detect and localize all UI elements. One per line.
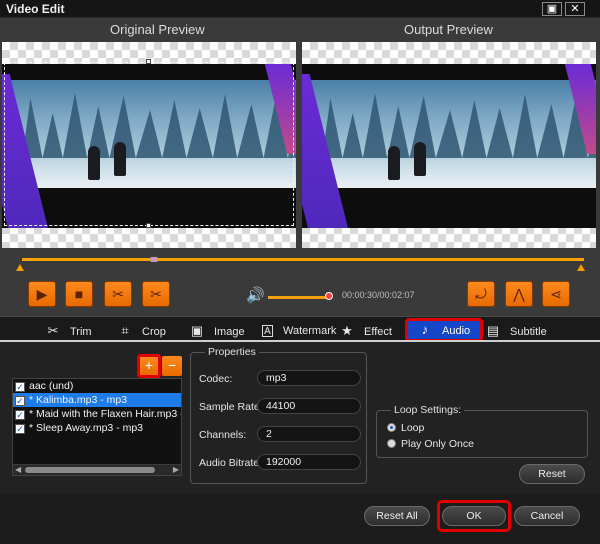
- bitrate-label: Audio Bitrate:: [199, 457, 263, 469]
- output-preview: [302, 42, 596, 248]
- checkbox[interactable]: ✓: [15, 424, 25, 434]
- window-title: Video Edit: [6, 2, 65, 16]
- mark-in-button[interactable]: ⋀: [505, 281, 533, 307]
- list-item[interactable]: ✓ aac (und): [13, 379, 181, 393]
- star-icon: ★: [341, 323, 353, 338]
- play-once-radio[interactable]: Play Only Once: [387, 438, 474, 450]
- checkbox[interactable]: ✓: [15, 410, 25, 420]
- mark-out-button[interactable]: ⋖: [542, 281, 570, 307]
- scissors-icon: ✂: [47, 323, 59, 338]
- channels-label: Channels:: [199, 429, 247, 441]
- close-button[interactable]: ✕: [565, 2, 585, 16]
- output-video-frame: [302, 64, 596, 228]
- tab-subtitle[interactable]: ▤ Subtitle: [486, 321, 547, 341]
- ok-button-highlight: [437, 500, 511, 532]
- audio-track-list[interactable]: ✓ aac (und) ✓ * Kalimba.mp3 - mp3 ✓ * Maid …: [12, 378, 182, 476]
- play-button[interactable]: ▶: [28, 281, 56, 307]
- watermark-icon: A: [262, 325, 273, 337]
- list-item[interactable]: ✓ * Kalimba.mp3 - mp3: [13, 393, 181, 407]
- list-item[interactable]: ✓ * Sleep Away.mp3 - mp3: [13, 421, 181, 435]
- scrollbar-thumb[interactable]: [25, 467, 155, 473]
- channels-field[interactable]: 2: [257, 426, 361, 442]
- output-preview-label: Output Preview: [404, 22, 493, 37]
- reset-all-button[interactable]: Reset All: [364, 506, 430, 526]
- subtitle-icon: ▤: [486, 323, 500, 338]
- tab-watermark[interactable]: A Watermark: [262, 321, 336, 341]
- sample-rate-label: Sample Rate:: [199, 401, 263, 413]
- reset-button[interactable]: Reset: [519, 464, 585, 484]
- original-preview[interactable]: [2, 42, 296, 248]
- stop-button[interactable]: ■: [65, 281, 93, 307]
- crop-handle[interactable]: [146, 223, 151, 228]
- remove-audio-button[interactable]: −: [162, 356, 182, 376]
- properties-legend: Properties: [205, 346, 259, 358]
- original-preview-label: Original Preview: [110, 22, 205, 37]
- trim-start-marker[interactable]: [16, 264, 24, 271]
- cut-button[interactable]: ✂: [104, 281, 132, 307]
- edit-tabs: ✂ Trim ⌗ Crop ▣ Image A Watermark ★ Effect ♪ A…: [0, 316, 600, 342]
- properties-group: Properties Codec: mp3 Sample Rate: 44100…: [190, 346, 367, 484]
- crop-icon: ⌗: [121, 323, 129, 338]
- checkbox[interactable]: ✓: [15, 382, 25, 392]
- bitrate-field[interactable]: 192000: [257, 454, 361, 470]
- timeline-area: ▶ ■ ✂ ✂ 🔊 00:00:30/00:02:07 ⤾ ⋀ ⋖: [0, 250, 600, 316]
- tab-effect[interactable]: ★ Effect: [340, 321, 392, 341]
- add-button-highlight: [137, 354, 161, 378]
- volume-slider-knob[interactable]: [325, 292, 333, 300]
- codec-label: Codec:: [199, 373, 233, 385]
- tab-crop[interactable]: ⌗ Crop: [118, 321, 166, 341]
- loop-radio[interactable]: Loop: [387, 422, 424, 434]
- undo-button[interactable]: ⤾: [467, 281, 495, 307]
- loop-settings-group: Loop Settings: Loop Play Only Once: [376, 404, 588, 458]
- timeline-track[interactable]: [22, 258, 584, 261]
- tab-trim[interactable]: ✂ Trim: [46, 321, 92, 341]
- volume-slider[interactable]: [268, 296, 328, 299]
- checkbox[interactable]: ✓: [15, 396, 25, 406]
- scroll-left-icon[interactable]: ◀: [15, 465, 21, 474]
- crop-handle[interactable]: [146, 59, 151, 64]
- volume-icon[interactable]: 🔊: [246, 286, 265, 304]
- title-bar: Video Edit ▣ ✕: [0, 0, 600, 18]
- playhead[interactable]: [150, 257, 158, 262]
- cancel-button[interactable]: Cancel: [514, 506, 580, 526]
- image-icon: ▣: [190, 323, 204, 338]
- radio-icon: [387, 439, 396, 448]
- crop-selection[interactable]: [4, 62, 294, 226]
- tab-audio[interactable]: ♪ Audio: [405, 318, 484, 342]
- output-video-image: [302, 80, 596, 188]
- loop-settings-legend: Loop Settings:: [391, 404, 465, 416]
- trim-end-marker[interactable]: [577, 264, 585, 271]
- radio-selected-icon: [387, 423, 396, 432]
- split-button[interactable]: ✂: [142, 281, 170, 307]
- codec-field[interactable]: mp3: [257, 370, 361, 386]
- horizontal-scrollbar[interactable]: ◀ ▶: [13, 464, 181, 475]
- preview-area: Original Preview Output Preview: [0, 18, 600, 250]
- sample-rate-field[interactable]: 44100: [257, 398, 361, 414]
- music-note-icon: ♪: [421, 322, 429, 337]
- scroll-right-icon[interactable]: ▶: [173, 465, 179, 474]
- time-display: 00:00:30/00:02:07: [342, 290, 415, 300]
- list-item[interactable]: ✓* Maid with the Flaxen Hair.mp3 - mp3: [13, 407, 181, 421]
- tab-image[interactable]: ▣ Image: [190, 321, 245, 341]
- restore-button[interactable]: ▣: [542, 2, 562, 16]
